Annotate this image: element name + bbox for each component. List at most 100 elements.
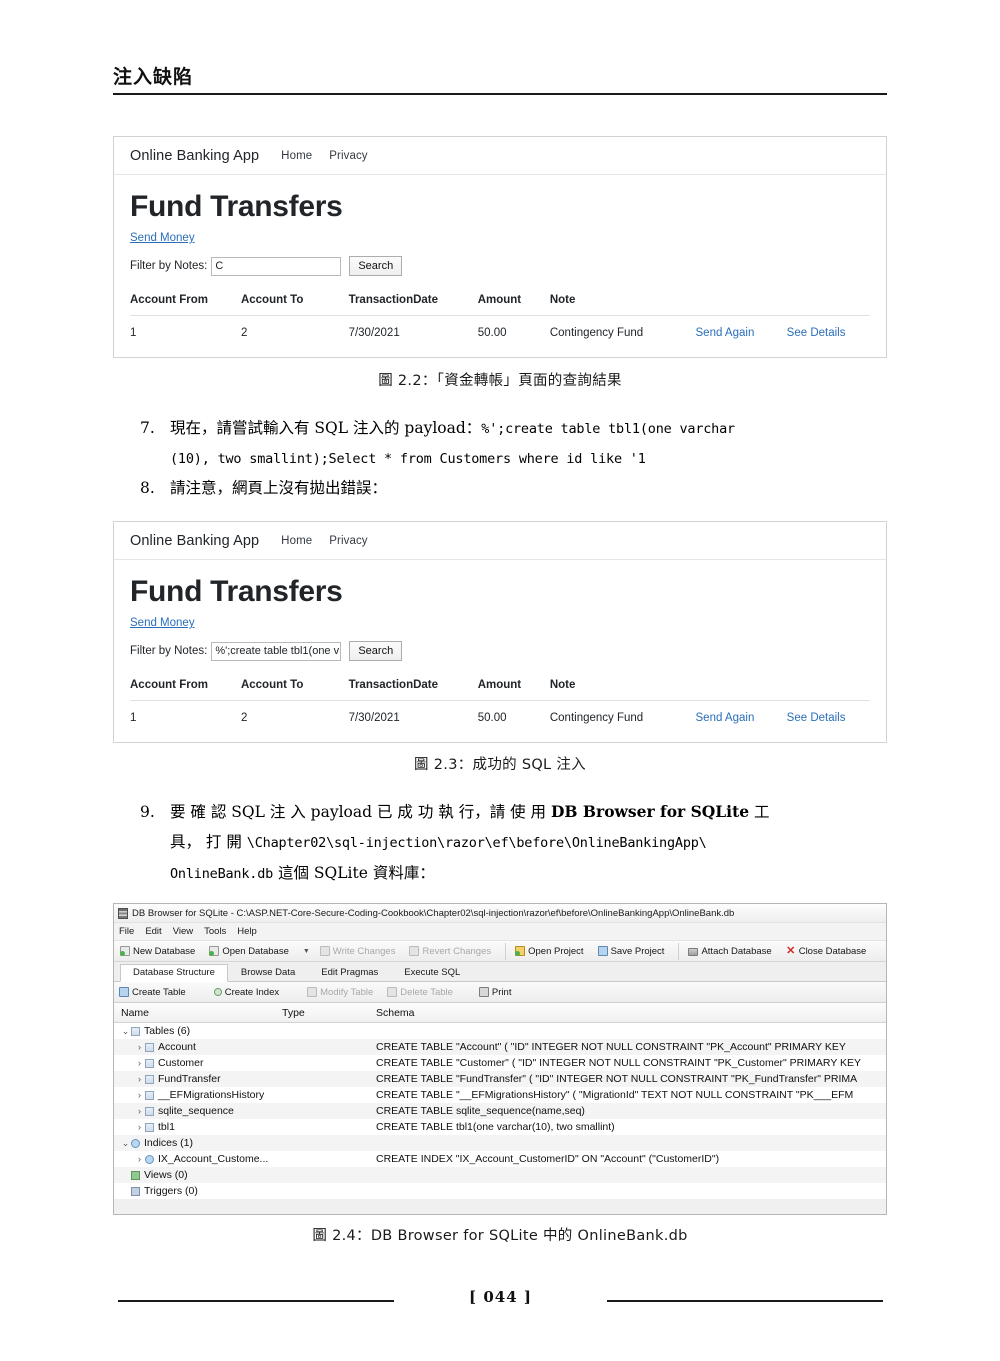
menu-item-tools[interactable]: Tools [204, 926, 226, 937]
nav-link-home[interactable]: Home [281, 535, 312, 547]
tree-row[interactable]: Triggers (0) [114, 1183, 886, 1199]
book-page: 注入缺陷 Online Banking App Home Privacy Fun… [0, 0, 1000, 1361]
open-database-icon [209, 946, 220, 956]
fund-transfers-table: Account From Account To TransactionDate … [130, 288, 870, 351]
chevron-right-icon[interactable]: › [134, 1122, 145, 1132]
page-title: Fund Transfers [130, 190, 343, 223]
tab-edit-pragmas[interactable]: Edit Pragmas [308, 964, 391, 981]
chevron-right-icon[interactable]: › [134, 1074, 145, 1084]
tree-row[interactable]: ⌄ Tables (6) [114, 1023, 886, 1039]
tree-col-name[interactable]: Name [114, 1007, 282, 1019]
triggers-folder-icon [131, 1186, 140, 1196]
tree-row[interactable]: › sqlite_sequence CREATE TABLE sqlite_sequ… [114, 1103, 886, 1119]
cell-account-from: 1 [130, 327, 137, 340]
structure-tab-bar: Database Structure Browse Data Edit Prag… [114, 962, 886, 982]
print-button[interactable]: Print [478, 987, 511, 998]
nav-link-privacy[interactable]: Privacy [329, 535, 367, 547]
page-number: [ 044 ] [469, 1288, 532, 1306]
tab-browse-data[interactable]: Browse Data [228, 964, 308, 981]
write-changes-button[interactable]: Write Changes [319, 946, 395, 957]
tree-row[interactable]: › tbl1 CREATE TABLE tbl1(one varchar(10), … [114, 1119, 886, 1135]
close-database-icon: ✕ [786, 945, 796, 957]
tree-row[interactable]: Views (0) [114, 1167, 886, 1183]
fund-transfers-table: Account From Account To TransactionDate … [130, 673, 870, 736]
tree-node-label: Tables (6) [144, 1025, 191, 1037]
tree-row-schema-cell: CREATE TABLE sqlite_sequence(name,seq) [376, 1105, 585, 1117]
tree-row[interactable]: ⌄ Indices (1) [114, 1135, 886, 1151]
tree-col-type[interactable]: Type [282, 1007, 376, 1019]
chevron-right-icon[interactable]: › [134, 1042, 145, 1052]
open-database-label: Open Database [222, 945, 289, 957]
see-details-link[interactable]: See Details [787, 316, 870, 352]
th-note: Note [549, 288, 696, 317]
filter-notes-input[interactable]: %';create table tbl1(one v [211, 641, 342, 661]
filter-notes-input[interactable]: C [211, 256, 342, 276]
main-toolbar: New Database Open Database ▼ Write Chang… [114, 940, 886, 962]
open-database-button[interactable]: Open Database [209, 946, 289, 957]
tree-row-schema-cell: CREATE TABLE tbl1(one varchar(10), two s… [376, 1121, 615, 1133]
search-button[interactable]: Search [349, 256, 403, 277]
tab-database-structure[interactable]: Database Structure [120, 964, 228, 982]
tree-node-label: Views (0) [144, 1169, 188, 1181]
chevron-right-icon[interactable]: › [134, 1058, 145, 1068]
tree-row[interactable]: › IX_Account_Custome... CREATE INDEX "IX_A… [114, 1151, 886, 1167]
chevron-down-icon[interactable]: ⌄ [120, 1138, 131, 1149]
close-database-button[interactable]: ✕ Close Database [786, 945, 866, 957]
app-brand[interactable]: Online Banking App [130, 533, 259, 549]
nav-link-home[interactable]: Home [281, 150, 312, 162]
menu-item-file[interactable]: File [119, 926, 134, 937]
toolbar-separator [505, 942, 507, 960]
tree-row[interactable]: › Customer CREATE TABLE "Customer" ( "ID" … [114, 1055, 886, 1071]
menu-item-view[interactable]: View [173, 926, 193, 937]
send-money-link[interactable]: Send Money [130, 617, 195, 629]
create-table-button[interactable]: Create Table [119, 987, 186, 998]
chevron-right-icon[interactable]: › [134, 1154, 145, 1164]
open-project-button[interactable]: Open Project [515, 946, 584, 957]
send-money-link[interactable]: Send Money [130, 232, 195, 244]
app-navbar: Online Banking App Home Privacy [114, 137, 886, 175]
app-brand[interactable]: Online Banking App [130, 148, 259, 164]
filter-label: Filter by Notes: [130, 645, 208, 658]
new-database-label: New Database [133, 945, 196, 957]
open-database-dropdown[interactable]: ▼ [303, 948, 310, 955]
nav-link-privacy[interactable]: Privacy [329, 150, 367, 162]
revert-changes-icon [409, 946, 420, 956]
figure-2-2-screenshot: Online Banking App Home Privacy Fund Tra… [113, 136, 887, 358]
th-action-1 [695, 288, 787, 317]
attach-database-button[interactable]: Attach Database [688, 945, 772, 957]
tree-col-schema[interactable]: Schema [376, 1007, 886, 1019]
revert-changes-button[interactable]: Revert Changes [409, 946, 491, 957]
create-index-button[interactable]: Create Index [213, 987, 279, 998]
table-row: 1 2 7/30/2021 50.00 Contingency Fund Sen… [130, 316, 870, 352]
tree-row-name-cell: › Customer [114, 1057, 376, 1069]
see-details-link[interactable]: See Details [787, 701, 870, 737]
table-header-row: Account From Account To TransactionDate … [130, 673, 870, 702]
app-navbar: Online Banking App Home Privacy [114, 522, 886, 560]
footer-rule-right [607, 1300, 883, 1302]
chevron-right-icon[interactable]: › [134, 1090, 145, 1100]
search-button[interactable]: Search [349, 641, 403, 662]
tree-row[interactable]: › Account CREATE TABLE "Account" ( "ID" IN… [114, 1039, 886, 1055]
menu-item-edit[interactable]: Edit [145, 926, 161, 937]
step-7-number: 7. [140, 419, 155, 437]
figure-2-4-db-browser-window: DB Browser for SQLite - C:\ASP.NET-Core-… [113, 903, 887, 1215]
send-again-link[interactable]: Send Again [696, 701, 787, 737]
tree-row[interactable]: › FundTransfer CREATE TABLE "FundTransfer"… [114, 1071, 886, 1087]
menu-item-help[interactable]: Help [237, 926, 257, 937]
create-table-icon [119, 987, 129, 997]
save-project-button[interactable]: Save Project [597, 946, 664, 957]
tree-node-label: tbl1 [158, 1121, 175, 1133]
tab-execute-sql[interactable]: Execute SQL [391, 964, 473, 981]
table-icon [145, 1042, 154, 1052]
chevron-down-icon[interactable]: ⌄ [120, 1026, 131, 1037]
attach-database-label: Attach Database [701, 945, 772, 957]
new-database-icon [120, 946, 130, 956]
delete-table-button[interactable]: Delete Table [387, 987, 453, 998]
new-database-button[interactable]: New Database [120, 946, 195, 957]
database-structure-tree[interactable]: ⌄ Tables (6) › Account CREATE TABLE "Account… [114, 1023, 886, 1199]
modify-table-button[interactable]: Modify Table [307, 987, 373, 998]
step-7-code-a: %';create table tbl1(one varchar [481, 421, 735, 437]
tree-row[interactable]: › __EFMigrationsHistory CREATE TABLE "__EF… [114, 1087, 886, 1103]
send-again-link[interactable]: Send Again [696, 316, 787, 352]
chevron-right-icon[interactable]: › [134, 1106, 145, 1116]
